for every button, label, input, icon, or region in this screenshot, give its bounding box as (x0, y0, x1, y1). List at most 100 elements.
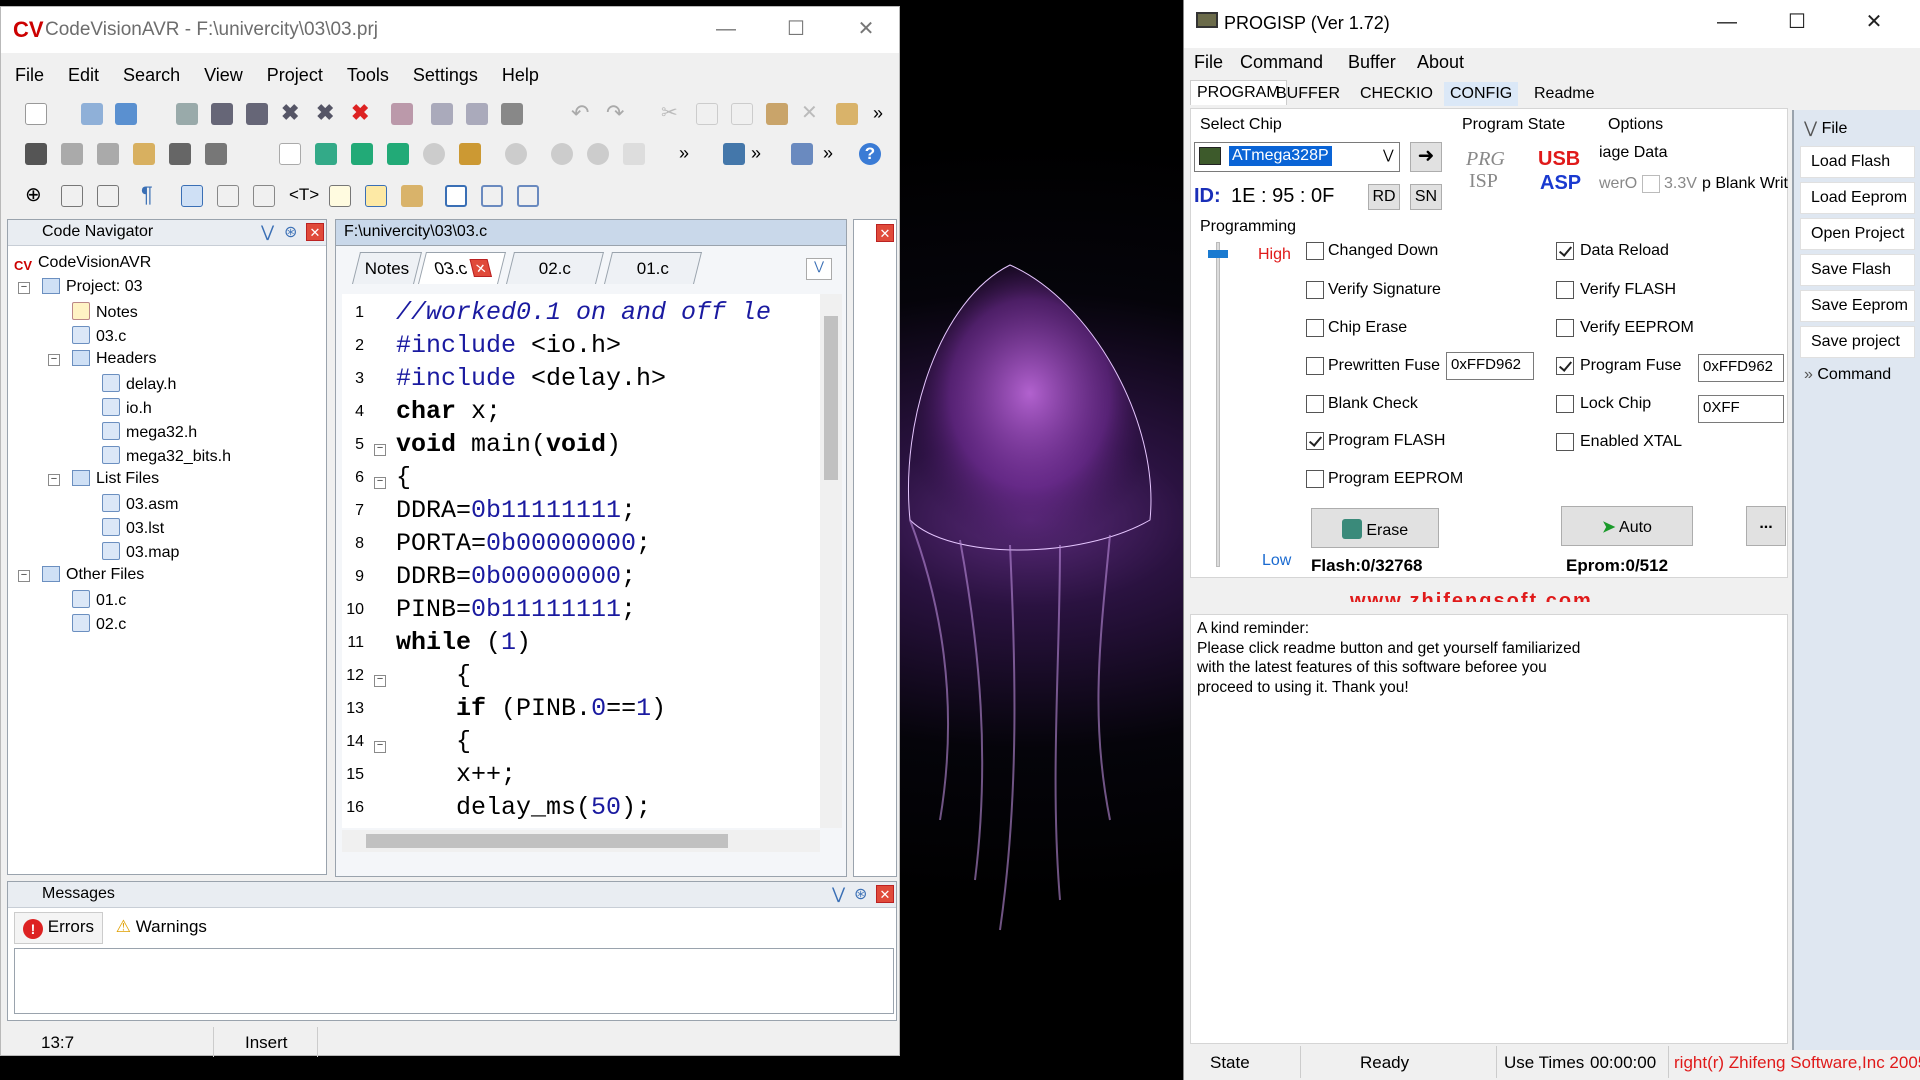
load-eeprom-button[interactable]: Load Eeprom (1800, 182, 1915, 214)
hscrollbar-thumb[interactable] (366, 834, 728, 848)
prewritten-fuse-checkbox[interactable] (1306, 357, 1324, 375)
compile-icon[interactable] (315, 143, 337, 165)
command-section-header[interactable]: » Command (1800, 362, 1920, 388)
open-file-icon[interactable] (81, 103, 103, 125)
close-panel-icon[interactable]: ✕ (306, 223, 324, 241)
debug-step-icon[interactable] (587, 143, 609, 165)
program-flash-checkbox[interactable] (1306, 432, 1324, 450)
clipboard-history-icon[interactable] (401, 185, 423, 207)
tree-list-files[interactable]: List Files (72, 470, 159, 488)
find-next-icon[interactable] (61, 143, 83, 165)
tab-03c[interactable]: 03.c ✕ (418, 252, 506, 284)
tree-root[interactable]: CV CodeVisionAVR (14, 254, 151, 276)
changed-down-checkbox[interactable] (1306, 242, 1324, 260)
close-button[interactable]: ✕ (1839, 0, 1909, 46)
function-list-icon[interactable] (217, 185, 239, 207)
minimize-button[interactable]: — (1692, 0, 1762, 46)
menu-tools[interactable]: Tools (333, 59, 399, 86)
fold-toggle[interactable]: − (374, 675, 386, 687)
find-prev-icon[interactable] (97, 143, 119, 165)
code-navigator-icon[interactable] (181, 185, 203, 207)
menu-settings[interactable]: Settings (399, 59, 488, 86)
menu-file[interactable]: File (1194, 52, 1223, 73)
read-id-button[interactable]: RD (1368, 184, 1400, 210)
add-bookmark-icon[interactable]: ⊕ (25, 185, 47, 207)
fold-toggle[interactable]: − (374, 741, 386, 753)
collapse-toggle-project[interactable]: − (18, 282, 30, 294)
find-in-files-icon[interactable] (133, 143, 155, 165)
redo-icon[interactable]: ↷ (606, 102, 628, 125)
scrollbar-thumb[interactable] (824, 316, 838, 480)
vertical-scrollbar[interactable] (820, 294, 842, 828)
notes-icon[interactable] (329, 185, 351, 207)
tab-readme[interactable]: Readme (1528, 82, 1600, 106)
speed-slider[interactable] (1208, 242, 1228, 567)
pin-icon[interactable]: ⊛ (854, 884, 867, 904)
print-icon[interactable] (501, 103, 523, 125)
delete-icon[interactable]: ✕ (801, 103, 823, 125)
erase-button[interactable]: Erase (1311, 508, 1439, 548)
toolbar-overflow-icon-3[interactable]: » (751, 143, 773, 165)
menu-about[interactable]: About (1417, 52, 1464, 73)
save-flash-button[interactable]: Save Flash (1800, 254, 1915, 286)
paste-special-icon[interactable] (836, 103, 858, 125)
new-file-icon[interactable] (25, 103, 47, 125)
lock-chip-checkbox[interactable] (1556, 395, 1574, 413)
clean-icon[interactable] (459, 143, 481, 165)
tree-03c[interactable]: 03.c (72, 326, 126, 346)
debug-icon[interactable] (551, 143, 573, 165)
minimize-button[interactable]: — (691, 7, 761, 53)
close-project-icon[interactable]: ✖ (351, 102, 373, 125)
tab-01c[interactable]: 01.c (604, 252, 702, 284)
blank-check-checkbox[interactable] (1306, 395, 1324, 413)
maximize-button[interactable]: ☐ (761, 7, 831, 53)
copy-icon[interactable] (696, 103, 718, 125)
tree-header-item[interactable]: mega32_bits.h (102, 446, 231, 466)
save-all-icon[interactable] (246, 103, 268, 125)
warning-toggle-icon[interactable] (623, 143, 645, 165)
undo-icon[interactable]: ↶ (571, 102, 593, 125)
log-area[interactable]: A kind reminder: Please click readme but… (1190, 614, 1788, 1044)
close-all-icon[interactable]: ✖ (316, 102, 338, 125)
paragraph-icon[interactable]: ¶ (141, 184, 163, 207)
tab-errors[interactable]: ! Errors (14, 912, 104, 944)
chip-select[interactable]: ATmega328P ⋁ (1194, 142, 1400, 172)
check-syntax-icon[interactable] (279, 143, 301, 165)
code-area[interactable]: 1 2 3 4 5 6 7 8 9 10 11 12 13 14 15 16 −… (342, 294, 820, 828)
tree-other-files[interactable]: Other Files (42, 566, 144, 584)
more-button[interactable]: ... (1746, 506, 1786, 546)
fold-toggle[interactable]: − (374, 444, 386, 456)
tree-header-item[interactable]: io.h (102, 398, 152, 418)
stop-icon[interactable] (423, 143, 445, 165)
tree-notes[interactable]: Notes (72, 302, 138, 322)
close-dock-icon[interactable]: ✕ (876, 224, 894, 242)
messages-list[interactable] (14, 948, 894, 1014)
tab-checkio[interactable]: CHECKIO (1354, 82, 1439, 106)
file-section-header[interactable]: ⋁ File (1800, 114, 1920, 140)
menu-view[interactable]: View (190, 59, 253, 86)
replace-icon[interactable] (169, 143, 191, 165)
auto-button[interactable]: ➤ Auto (1561, 506, 1693, 546)
program-fuse-input[interactable]: 0xFFD962 (1698, 354, 1784, 382)
close-panel-icon[interactable]: ✕ (876, 885, 894, 903)
insert-text-icon[interactable]: <T> (289, 185, 319, 207)
menu-project[interactable]: Project (253, 59, 333, 86)
toolbar-overflow-icon[interactable]: » (873, 103, 895, 125)
find-page-icon[interactable] (466, 103, 488, 125)
tab-list-chevron-icon[interactable]: ⋁ (806, 258, 832, 280)
code-templates-icon[interactable] (253, 185, 275, 207)
chevron-down-icon[interactable]: ⋁ (261, 222, 274, 242)
slider-thumb[interactable] (1208, 250, 1228, 258)
maximize-button[interactable]: ☐ (1762, 0, 1832, 46)
info-icon[interactable] (505, 143, 527, 165)
messages-icon[interactable] (365, 185, 387, 207)
print-preview-icon[interactable] (431, 103, 453, 125)
load-flash-button[interactable]: Load Flash (1800, 146, 1915, 178)
menu-file[interactable]: File (1, 59, 54, 86)
verify-eeprom-checkbox[interactable] (1556, 319, 1574, 337)
collapse-toggle-list-files[interactable]: − (48, 474, 60, 486)
tree-list-item[interactable]: 03.lst (102, 518, 164, 538)
program-eeprom-checkbox[interactable] (1306, 470, 1324, 488)
close-button[interactable]: ✕ (831, 7, 901, 53)
cut-icon[interactable]: ✂ (661, 103, 683, 125)
